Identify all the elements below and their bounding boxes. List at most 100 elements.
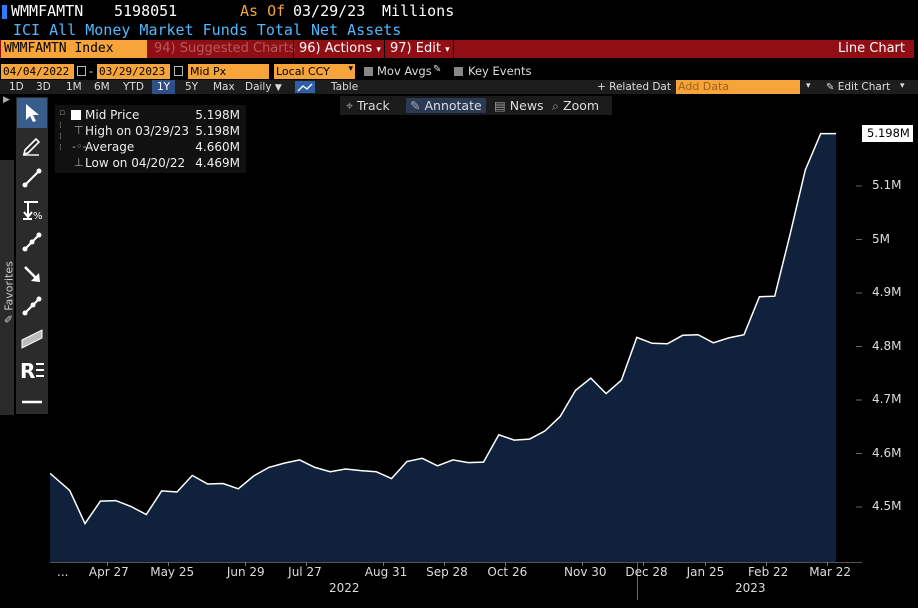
text-glyph: R — [20, 359, 44, 382]
annotate-pen-icon: ✎ — [410, 98, 421, 113]
ticker-symbol[interactable]: WMMFAMTN — [11, 2, 83, 20]
x-tick-label: Sep 28 — [426, 565, 468, 579]
legend-drag-handle-icon[interactable]: ⁞ ⁞ ⁞ — [59, 121, 62, 154]
table-button[interactable]: Table — [331, 80, 358, 94]
x-tick-mark — [244, 562, 246, 566]
x-tick-label: Mar 22 — [809, 565, 851, 579]
trendline-icon[interactable] — [17, 163, 47, 193]
pen-icon[interactable] — [17, 130, 47, 160]
range-5y[interactable]: 5Y — [185, 80, 198, 94]
channel-icon[interactable] — [17, 227, 47, 257]
units-label: Millions — [382, 2, 455, 20]
trendline-glyph — [22, 168, 42, 188]
x-tick-mark — [306, 562, 308, 566]
chevron-down-icon: ▾ — [445, 45, 450, 55]
range-1d[interactable]: 1D — [9, 80, 24, 94]
chart-type-label[interactable]: Line Chart — [838, 41, 905, 56]
range-1y[interactable]: 1Y — [152, 80, 176, 94]
line-chart-glyph — [297, 83, 313, 92]
y-tick-label: 4.8M — [872, 338, 902, 353]
actions-label: 96) Actions — [299, 41, 373, 56]
price-field-select[interactable]: Mid Px — [188, 64, 269, 79]
mov-avgs-label[interactable]: Mov Avgs — [377, 64, 432, 78]
range-3d[interactable]: 3D — [36, 80, 51, 94]
favorites-label[interactable]: ✎ Favorites — [2, 254, 16, 323]
periodicity-select[interactable]: Daily ▼ — [245, 80, 282, 94]
year-label-2022: 2022 — [329, 581, 360, 595]
news-tool[interactable]: ▤ News — [494, 98, 544, 113]
pencil-icon[interactable]: ✎ — [433, 64, 441, 75]
crosshair-icon: ⌖ — [346, 98, 354, 113]
chevron-down-icon: ▾ — [376, 45, 381, 55]
favorites-text: Favorites — [2, 261, 16, 311]
rectangle-icon[interactable] — [17, 323, 47, 353]
edit-chart-button[interactable]: ✎ Edit Chart — [826, 80, 890, 94]
x-tick-label: Jun 29 — [226, 565, 265, 579]
mov-avgs-checkbox[interactable] — [364, 67, 373, 76]
x-tick-mark — [582, 562, 584, 566]
pointer-glyph — [26, 104, 39, 122]
annotate-tool[interactable]: ✎ Annotate — [406, 98, 486, 113]
wrench-icon: ✎ — [826, 82, 835, 93]
chart-view-icon[interactable] — [295, 81, 315, 93]
pointer-icon[interactable] — [17, 98, 47, 128]
chevron-down-icon[interactable]: ▾ — [806, 80, 811, 94]
legend-average-value: 4.660M — [195, 140, 240, 154]
edit-label: 97) Edit — [390, 41, 441, 56]
x-tick-mark — [704, 562, 706, 566]
x-tick-label: Aug 31 — [364, 565, 408, 579]
arrow-icon[interactable] — [17, 259, 47, 289]
legend-handle-icon: ▫ — [59, 108, 66, 118]
x-tick-mark — [444, 562, 446, 566]
x-axis-line — [50, 562, 862, 563]
related-data-button[interactable]: + Related Dat — [597, 80, 671, 94]
x-tick-mark — [643, 562, 645, 566]
fib-percent-icon[interactable]: % — [17, 195, 47, 225]
y-tick-label: 5.1M — [872, 178, 902, 192]
collapse-arrow-icon[interactable]: ▶ — [3, 95, 10, 105]
key-events-checkbox[interactable] — [454, 67, 463, 76]
chart-tools-bar: ⌖ Track ✎ Annotate ▤ News ⌕ Zoom — [340, 96, 612, 115]
chevron-down-icon: ▼ — [274, 83, 282, 93]
range-ytd[interactable]: YTD — [123, 80, 144, 94]
news-label: News — [509, 98, 544, 113]
range-6m[interactable]: 6M — [94, 80, 110, 94]
chart-legend[interactable]: ▫ Mid Price 5.198M ⊤ High on 03/29/23 5.… — [55, 105, 246, 173]
x-tick-label: Jan 25 — [686, 565, 725, 579]
end-date-field[interactable]: 03/29/2023 — [97, 64, 170, 79]
svg-text:%: % — [33, 211, 43, 222]
low-marker-icon: ⊥ — [74, 156, 84, 169]
key-events-label[interactable]: Key Events — [468, 64, 531, 78]
calendar-icon[interactable] — [77, 66, 86, 76]
date-dash: - — [89, 64, 94, 78]
currency-label: Local CCY — [276, 65, 330, 78]
x-tick-label: Jul 27 — [288, 565, 322, 579]
suggested-charts-button[interactable]: 94) Suggested Charts — [149, 40, 301, 58]
range-max[interactable]: Max — [213, 80, 235, 94]
track-tool[interactable]: ⌖ Track — [346, 98, 390, 114]
magnifier-icon: ⌕ — [552, 98, 560, 113]
start-date-field[interactable]: 04/04/2022 — [1, 64, 74, 79]
horizontal-line-icon[interactable] — [17, 387, 47, 417]
x-tick-mark — [382, 562, 384, 566]
zoom-tool[interactable]: ⌕ Zoom — [552, 98, 599, 114]
y-tick-label: 4.9M — [872, 285, 902, 299]
edit-menu[interactable]: 97) Edit ▾ — [384, 40, 455, 58]
x-tick-label: May 25 — [150, 565, 195, 579]
y-tick-label: 4.6M — [872, 445, 902, 460]
add-data-input[interactable]: Add Data — [676, 80, 800, 94]
currency-select[interactable]: Local CCY ▾ — [274, 64, 355, 79]
index-field[interactable]: WMMFAMTN Index — [1, 40, 147, 58]
range-1m[interactable]: 1M — [66, 80, 82, 94]
news-icon: ▤ — [494, 98, 506, 113]
periodicity-label: Daily — [245, 81, 272, 93]
actions-menu[interactable]: 96) Actions ▾ — [293, 40, 386, 58]
high-marker-icon: ⊤ — [74, 124, 84, 137]
chevron-down-icon[interactable]: ▾ — [900, 80, 905, 94]
edit-chart-label: Edit Chart — [837, 81, 891, 93]
legend-average-label: Average — [85, 140, 135, 154]
text-icon[interactable]: R — [17, 355, 47, 385]
calendar-icon[interactable] — [174, 66, 183, 76]
legend-low-label: Low on 04/20/22 — [85, 156, 186, 170]
segment-icon[interactable] — [17, 291, 47, 321]
